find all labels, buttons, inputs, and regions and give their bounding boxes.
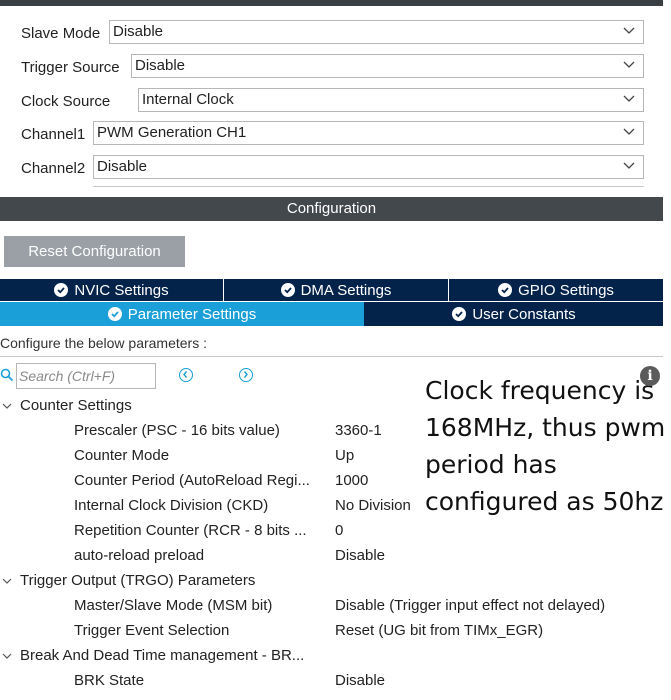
channel1-value: PWM Generation CH1 (97, 124, 247, 141)
clock-source-value: Internal Clock (142, 91, 234, 108)
channel2-label: Channel2 (21, 159, 86, 177)
tab-parameter-label: Parameter Settings (127, 305, 257, 323)
chevron-down-icon (623, 128, 635, 135)
trigger-source-row: Trigger Source (21, 54, 120, 80)
clock-source-row: Clock Source (21, 88, 110, 114)
search-prev-button[interactable] (179, 368, 193, 382)
group-title: Trigger Output (TRGO) Parameters (20, 572, 256, 589)
trigger-source-label: Trigger Source (21, 58, 120, 76)
tab-dma-settings[interactable]: DMA Settings (224, 279, 449, 301)
annotation-line: configured as 50hz (425, 487, 664, 516)
chevron-left-icon (183, 371, 188, 378)
channel1-row: Channel1 (21, 121, 85, 147)
slave-mode-select[interactable]: Disable (109, 20, 644, 44)
check-circle-icon (107, 307, 122, 321)
param-value[interactable]: 0 (335, 522, 343, 539)
group-title: Break And Dead Time management - BR... (20, 647, 305, 664)
chevron-down-icon (0, 402, 14, 410)
trigger-source-select[interactable]: Disable (131, 54, 644, 78)
param-name: Counter Mode (74, 447, 170, 464)
chevron-down-icon (0, 652, 14, 660)
tab-nvic-label: NVIC Settings (74, 281, 169, 299)
chevron-down-icon (623, 95, 635, 102)
chevron-down-icon (0, 577, 14, 585)
slave-mode-label: Slave Mode (21, 24, 101, 42)
param-value[interactable]: Disable (335, 672, 385, 689)
channel2-value: Disable (97, 158, 148, 175)
param-name: Master/Slave Mode (MSM bit) (74, 597, 273, 614)
channel1-select[interactable]: PWM Generation CH1 (93, 121, 644, 145)
tab-gpio-label: GPIO Settings (518, 281, 614, 299)
break-dead-time-group[interactable]: Break And Dead Time management - BR... (0, 647, 304, 664)
annotation-line: 168MHz, thus pwm (425, 413, 666, 442)
param-value[interactable]: Disable (335, 547, 385, 564)
check-circle-icon (452, 307, 467, 321)
channel2-select[interactable]: Disable (93, 155, 644, 179)
group-title: Counter Settings (20, 397, 132, 414)
param-value[interactable]: Disable (Trigger input effect not delaye… (335, 597, 605, 614)
search-input[interactable]: Search (Ctrl+F) (16, 363, 156, 389)
param-name: Counter Period (AutoReload Regi... (74, 472, 310, 489)
chevron-down-icon (623, 162, 635, 169)
tab-user-constants-label: User Constants (472, 305, 576, 323)
check-circle-icon (54, 283, 69, 297)
annotation-text: Clock frequency is 168MHz, thus pwm peri… (425, 372, 665, 520)
clock-source-select[interactable]: Internal Clock (138, 88, 644, 112)
param-name: Repetition Counter (RCR - 8 bits ... (74, 522, 307, 539)
configuration-header: Configuration (0, 197, 663, 221)
param-value[interactable]: Reset (UG bit from TIMx_EGR) (335, 622, 543, 639)
mode-panel: Slave Mode Disable Trigger Source Disabl… (0, 6, 663, 187)
slave-mode-row: Slave Mode (21, 20, 100, 46)
settings-tabs-row1: NVIC Settings DMA Settings GPIO Settings (0, 279, 663, 301)
param-name: auto-reload preload (74, 547, 205, 564)
tab-gpio-settings[interactable]: GPIO Settings (449, 279, 663, 301)
param-name: BRK State (74, 672, 145, 689)
param-value[interactable]: 1000 (335, 472, 368, 489)
chevron-right-icon (243, 371, 248, 378)
check-circle-icon (498, 283, 513, 297)
param-value[interactable]: No Division (335, 497, 411, 514)
divider (0, 356, 663, 357)
tab-nvic-settings[interactable]: NVIC Settings (0, 279, 224, 301)
tab-user-constants[interactable]: User Constants (365, 302, 663, 326)
search-icon[interactable] (0, 368, 14, 382)
search-next-button[interactable] (239, 368, 253, 382)
configure-instructions: Configure the below parameters : (0, 335, 207, 351)
trgo-parameters-group[interactable]: Trigger Output (TRGO) Parameters (0, 572, 255, 589)
clock-source-label: Clock Source (21, 92, 111, 110)
param-value[interactable]: Up (335, 447, 354, 464)
channel2-row: Channel2 (21, 155, 85, 181)
panel-divider (0, 187, 663, 197)
channel1-label: Channel1 (21, 125, 86, 143)
info-icon[interactable]: i (640, 366, 660, 386)
chevron-down-icon (623, 61, 635, 68)
tab-parameter-settings[interactable]: Parameter Settings (0, 302, 365, 326)
slave-mode-value: Disable (113, 23, 164, 40)
trigger-source-value: Disable (135, 57, 186, 74)
check-circle-icon (280, 283, 295, 297)
settings-tabs-row2: Parameter Settings User Constants (0, 302, 663, 326)
param-name: Internal Clock Division (CKD) (74, 497, 269, 514)
tab-dma-label: DMA Settings (300, 281, 392, 299)
param-name: Trigger Event Selection (74, 622, 230, 639)
param-value[interactable]: 3360-1 (335, 422, 382, 439)
param-name: Prescaler (PSC - 16 bits value) (74, 422, 280, 439)
reset-configuration-button[interactable]: Reset Configuration (4, 236, 185, 267)
annotation-line: period has (425, 450, 557, 479)
counter-settings-group[interactable]: Counter Settings (0, 397, 132, 414)
chevron-down-icon (623, 27, 635, 34)
annotation-line: Clock frequency is (425, 376, 655, 405)
